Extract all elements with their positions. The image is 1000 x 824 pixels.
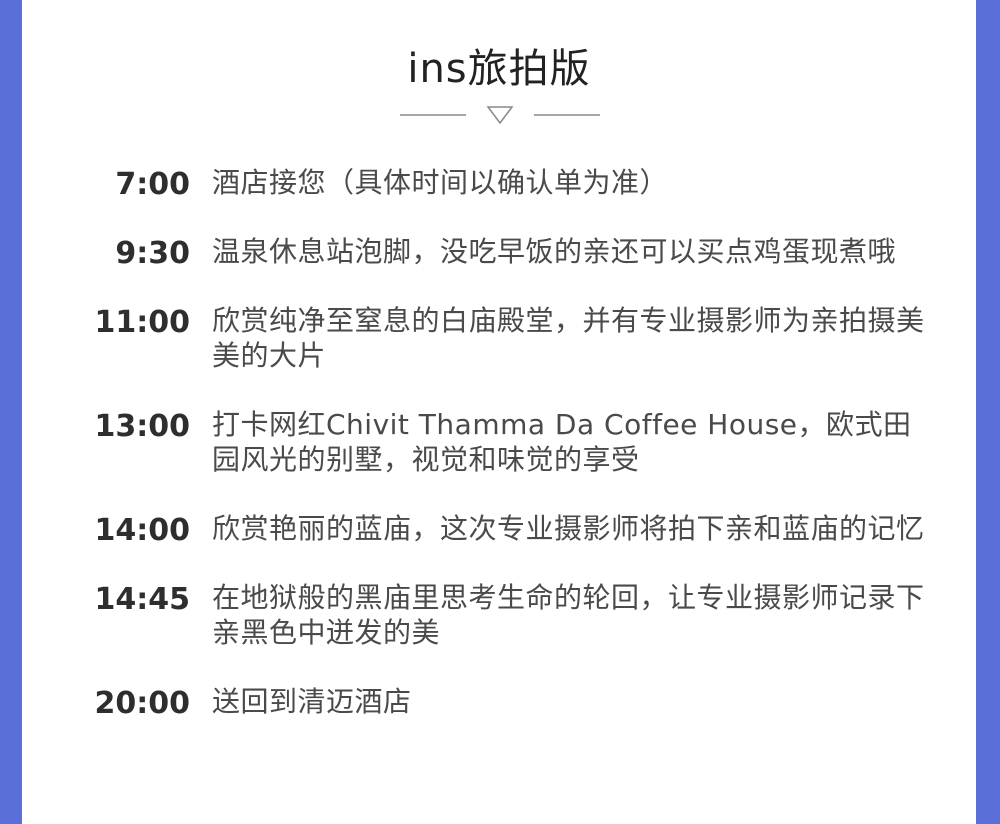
schedule-time: 7:00: [115, 167, 190, 202]
schedule-description: 送回到清迈酒店: [212, 685, 412, 718]
down-triangle-icon: [486, 106, 514, 125]
schedule-description: 欣赏纯净至窒息的白庙殿堂，并有专业摄影师为亲拍摄美美的大片: [212, 304, 925, 372]
schedule-item: 14:00 欣赏艳丽的蓝庙，这次专业摄影师将拍下亲和蓝庙的记忆: [22, 511, 976, 548]
schedule-description: 温泉休息站泡脚，没吃早饭的亲还可以买点鸡蛋现煮哦: [212, 235, 897, 268]
schedule-time: 11:00: [94, 305, 191, 340]
schedule-item: 13:00 打卡网红Chivit Thamma Da Coffee House，…: [22, 407, 976, 477]
schedule-item: 7:00 酒店接您（具体时间以确认单为准）: [22, 165, 976, 202]
schedule-time: 20:00: [94, 686, 191, 721]
schedule-description: 打卡网红Chivit Thamma Da Coffee House，欧式田园风光…: [212, 408, 912, 476]
schedule-item: 9:30 温泉休息站泡脚，没吃早饭的亲还可以买点鸡蛋现煮哦: [22, 234, 976, 271]
title-divider: [400, 101, 600, 129]
schedule-time: 9:30: [115, 236, 190, 271]
schedule-time: 14:45: [94, 582, 191, 617]
schedule-description: 酒店接您（具体时间以确认单为准）: [212, 166, 669, 199]
schedule-description: 欣赏艳丽的蓝庙，这次专业摄影师将拍下亲和蓝庙的记忆: [212, 512, 925, 545]
schedule-item: 11:00 欣赏纯净至窒息的白庙殿堂，并有专业摄影师为亲拍摄美美的大片: [22, 303, 976, 373]
schedule-item: 20:00 送回到清迈酒店: [22, 684, 976, 721]
schedule-time: 14:00: [94, 513, 191, 548]
itinerary-card: ins旅拍版 7:00 酒店接您（具体时间以确认单为准） 9:30 温泉休息站泡…: [22, 0, 976, 824]
schedule-item: 14:45 在地狱般的黑庙里思考生命的轮回，让专业摄影师记录下亲黑色中迸发的美: [22, 580, 976, 650]
schedule-list: 7:00 酒店接您（具体时间以确认单为准） 9:30 温泉休息站泡脚，没吃早饭的…: [22, 165, 976, 753]
schedule-description: 在地狱般的黑庙里思考生命的轮回，让专业摄影师记录下亲黑色中迸发的美: [212, 581, 925, 649]
page-title: ins旅拍版: [407, 46, 591, 92]
schedule-time: 13:00: [94, 409, 191, 444]
